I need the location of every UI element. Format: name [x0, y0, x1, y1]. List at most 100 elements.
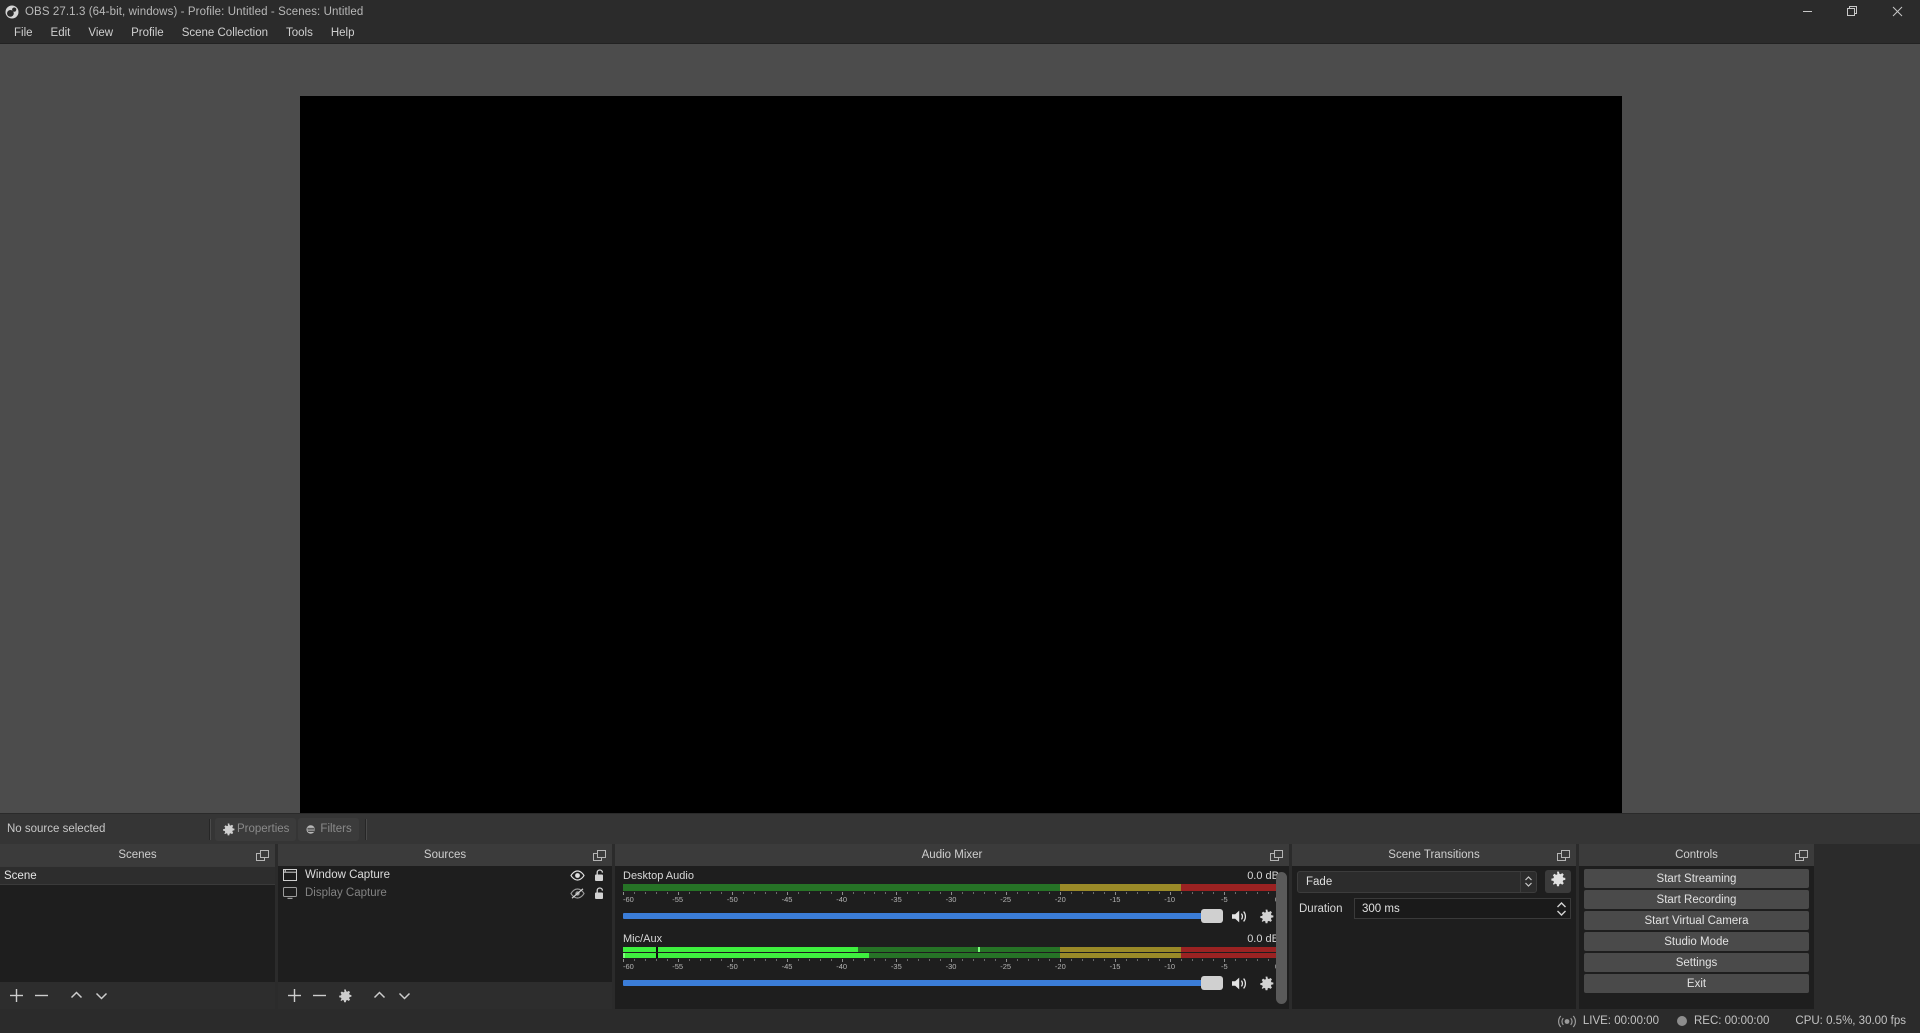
scrollbar-thumb[interactable]	[1276, 872, 1287, 1004]
move-source-down-button[interactable]	[392, 984, 417, 1008]
preview-area[interactable]	[0, 44, 1920, 813]
close-icon[interactable]	[1875, 0, 1920, 23]
scene-item-label: Scene	[4, 870, 37, 882]
audio-mixer-body[interactable]: Desktop Audio 0.0 dB -60-55-50-45-40-35-…	[615, 866, 1289, 1009]
menu-bar: File Edit View Profile Scene Collection …	[0, 23, 1920, 44]
scene-transitions-dock: Scene Transitions Fade	[1289, 844, 1576, 1009]
add-scene-button[interactable]	[4, 984, 29, 1008]
filters-button[interactable]: Filters	[298, 818, 358, 841]
start-streaming-button[interactable]: Start Streaming	[1584, 869, 1809, 888]
scenes-list[interactable]: Scene	[0, 866, 275, 982]
cpu-usage-label: CPU: 0.5%, 30.00 fps	[1795, 1015, 1906, 1027]
remove-scene-button[interactable]	[29, 984, 54, 1008]
window-controls	[1785, 0, 1920, 23]
status-bar: LIVE: 00:00:00 REC: 00:00:00 CPU: 0.5%, …	[0, 1009, 1920, 1033]
move-scene-down-button[interactable]	[89, 984, 114, 1008]
scenes-dock-header: Scenes	[0, 844, 275, 866]
speaker-icon[interactable]	[1227, 976, 1253, 991]
mixer-track-name: Mic/Aux	[623, 933, 662, 945]
live-status: LIVE: 00:00:00	[1558, 1015, 1659, 1028]
preview-canvas[interactable]	[300, 96, 1622, 813]
duration-input[interactable]: 300 ms	[1354, 898, 1571, 919]
speaker-icon[interactable]	[1227, 909, 1253, 924]
volume-slider[interactable]	[623, 980, 1209, 986]
mixer-volume-row	[623, 972, 1279, 994]
float-dock-icon[interactable]	[593, 849, 606, 861]
scene-transitions-body: Fade	[1292, 866, 1576, 1009]
source-properties-button[interactable]	[332, 984, 357, 1008]
scenes-toolbar	[0, 982, 275, 1009]
restore-icon[interactable]	[1830, 0, 1875, 23]
transition-select-value: Fade	[1298, 876, 1520, 888]
scene-transitions-dock-header: Scene Transitions	[1292, 844, 1576, 866]
menu-file[interactable]: File	[5, 23, 42, 43]
mixer-track: Mic/Aux 0.0 dB -60-55-50-45-40-35-30-25-…	[615, 929, 1289, 996]
obs-logo-icon	[5, 5, 19, 19]
duration-stepper-icon[interactable]	[1553, 899, 1570, 918]
controls-dock-header: Controls	[1579, 844, 1814, 866]
float-dock-icon[interactable]	[256, 849, 269, 861]
transition-spinner-icon[interactable]	[1520, 872, 1536, 892]
remove-source-button[interactable]	[307, 984, 332, 1008]
no-source-selected-label: No source selected	[0, 823, 205, 835]
menu-profile[interactable]: Profile	[122, 23, 173, 43]
menu-help[interactable]: Help	[322, 23, 364, 43]
controls-title: Controls	[1675, 849, 1718, 861]
transition-select[interactable]: Fade	[1297, 871, 1537, 893]
settings-button[interactable]: Settings	[1584, 953, 1809, 972]
mixer-track-header: Desktop Audio 0.0 dB	[623, 870, 1279, 882]
scenes-dock: Scenes Scene	[0, 844, 275, 1009]
toolbar-separator	[209, 819, 211, 840]
add-source-button[interactable]	[282, 984, 307, 1008]
source-lock-icon[interactable]	[588, 869, 612, 882]
audio-mixer-dock: Audio Mixer Desktop Audio 0.0 dB	[612, 844, 1289, 1009]
mixer-meter	[623, 947, 1279, 958]
source-list-item[interactable]: Display Capture	[278, 884, 612, 902]
audio-mixer-dock-header: Audio Mixer	[615, 844, 1289, 866]
gear-icon	[222, 823, 235, 836]
scenes-title: Scenes	[118, 849, 156, 861]
float-dock-icon[interactable]	[1270, 849, 1283, 861]
controls-dock: Controls Start Streaming Start Recording…	[1576, 844, 1814, 1009]
sources-list[interactable]: Window Capture	[278, 866, 612, 982]
source-toolbar: No source selected Properties Filters	[0, 813, 1920, 844]
move-source-up-button[interactable]	[367, 984, 392, 1008]
minimize-icon[interactable]	[1785, 0, 1830, 23]
volume-slider[interactable]	[623, 913, 1209, 919]
audio-mixer-title: Audio Mixer	[922, 849, 983, 861]
source-list-item[interactable]: Window Capture	[278, 866, 612, 884]
mixer-track: Desktop Audio 0.0 dB -60-55-50-45-40-35-…	[615, 866, 1289, 929]
float-dock-icon[interactable]	[1795, 849, 1808, 861]
display-capture-icon	[283, 887, 298, 900]
record-timer: REC: 00:00:00	[1694, 1015, 1769, 1027]
transition-properties-button[interactable]	[1545, 870, 1571, 893]
sources-toolbar	[278, 982, 612, 1009]
record-dot-icon	[1677, 1016, 1687, 1026]
source-visibility-eye-icon[interactable]	[566, 870, 588, 881]
properties-button[interactable]: Properties	[215, 818, 296, 841]
live-timer: LIVE: 00:00:00	[1583, 1015, 1659, 1027]
studio-mode-button[interactable]: Studio Mode	[1584, 932, 1809, 951]
source-item-label: Window Capture	[305, 869, 566, 881]
menu-view[interactable]: View	[79, 23, 122, 43]
source-lock-icon[interactable]	[588, 887, 612, 900]
scene-list-item[interactable]: Scene	[0, 866, 275, 885]
source-visibility-eye-off-icon[interactable]	[566, 888, 588, 899]
volume-slider-handle[interactable]	[1201, 976, 1223, 990]
filters-icon	[305, 823, 318, 836]
menu-edit[interactable]: Edit	[42, 23, 80, 43]
gear-icon	[1550, 871, 1566, 892]
float-dock-icon[interactable]	[1557, 849, 1570, 861]
menu-scene-collection[interactable]: Scene Collection	[173, 23, 277, 43]
duration-row: Duration 300 ms	[1297, 898, 1571, 919]
mixer-meter-channel	[623, 953, 1279, 958]
start-virtual-camera-button[interactable]: Start Virtual Camera	[1584, 911, 1809, 930]
menu-tools[interactable]: Tools	[277, 23, 322, 43]
exit-button[interactable]: Exit	[1584, 974, 1809, 993]
audio-mixer-scroll-area[interactable]: Desktop Audio 0.0 dB -60-55-50-45-40-35-…	[615, 866, 1289, 1009]
volume-slider-handle[interactable]	[1201, 909, 1223, 923]
move-scene-up-button[interactable]	[64, 984, 89, 1008]
mixer-meter-channel	[623, 947, 1279, 952]
audio-mixer-scrollbar[interactable]	[1276, 870, 1287, 1005]
start-recording-button[interactable]: Start Recording	[1584, 890, 1809, 909]
